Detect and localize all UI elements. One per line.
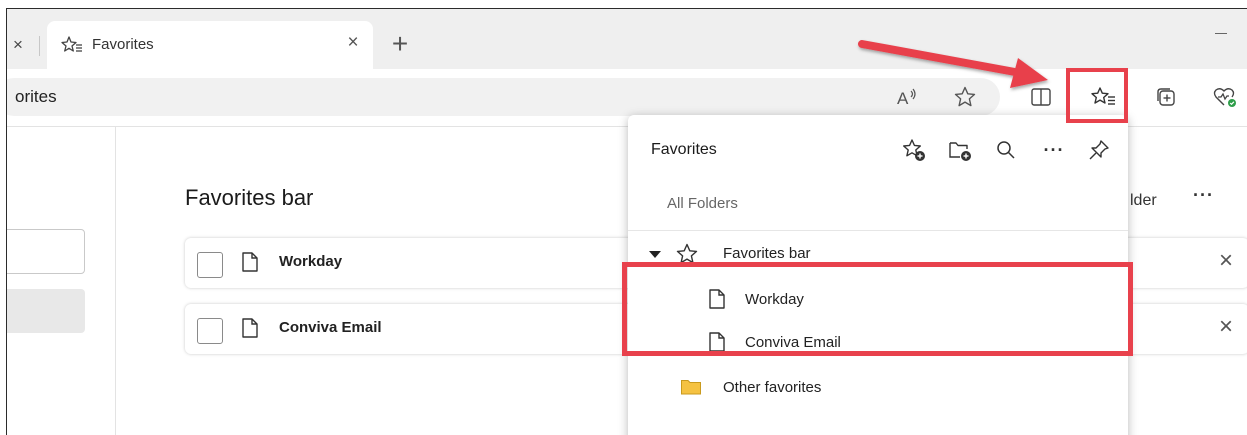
page-icon (241, 317, 261, 339)
favorites-icon (61, 35, 83, 55)
favorite-label[interactable]: Workday (279, 253, 342, 270)
flyout-divider (628, 230, 1128, 231)
favorites-button-highlight (1066, 68, 1128, 123)
favorite-label[interactable]: Conviva Email (279, 319, 382, 336)
browser-essentials-icon[interactable] (1211, 83, 1239, 111)
add-folder-button[interactable]: lder (1130, 192, 1157, 210)
minimize-button[interactable] (1215, 33, 1227, 34)
new-tab-button[interactable]: + (388, 29, 412, 59)
row-checkbox[interactable] (197, 252, 223, 278)
pin-icon[interactable] (1085, 136, 1113, 164)
search-favorites-input[interactable] (7, 229, 85, 274)
collections-icon[interactable] (1152, 83, 1180, 111)
page-title: Favorites bar (185, 185, 314, 210)
items-highlight (622, 262, 1133, 356)
folder-icon (680, 377, 702, 402)
add-this-page-to-favorites-icon[interactable] (900, 136, 928, 164)
tab-close-button[interactable]: × (343, 31, 363, 55)
search-icon[interactable] (992, 136, 1020, 164)
page-icon (241, 251, 261, 273)
more-options-button[interactable]: ··· (1193, 185, 1214, 206)
address-text: orites (15, 87, 57, 106)
add-folder-icon[interactable] (946, 136, 974, 164)
tree-label: Favorites bar (723, 245, 811, 262)
annotation-arrow-icon (858, 40, 1048, 88)
flyout-title: Favorites (651, 141, 717, 158)
tab-title: Favorites (92, 36, 154, 53)
more-options-icon[interactable]: ··· (1040, 136, 1068, 164)
tab-favorites[interactable]: Favorites × (47, 21, 373, 69)
tree-folder-other-favorites[interactable]: Other favorites (628, 368, 1128, 408)
delete-button[interactable]: × (1219, 248, 1233, 274)
delete-button[interactable]: × (1219, 314, 1233, 340)
previous-tab-close-button[interactable]: × (9, 35, 27, 55)
row-checkbox[interactable] (197, 318, 223, 344)
sidebar-divider (115, 127, 116, 435)
tree-label: Other favorites (723, 379, 822, 396)
breadcrumb[interactable]: All Folders (667, 195, 738, 212)
sidebar-selected-item[interactable] (7, 289, 85, 333)
tab-separator (39, 36, 40, 56)
